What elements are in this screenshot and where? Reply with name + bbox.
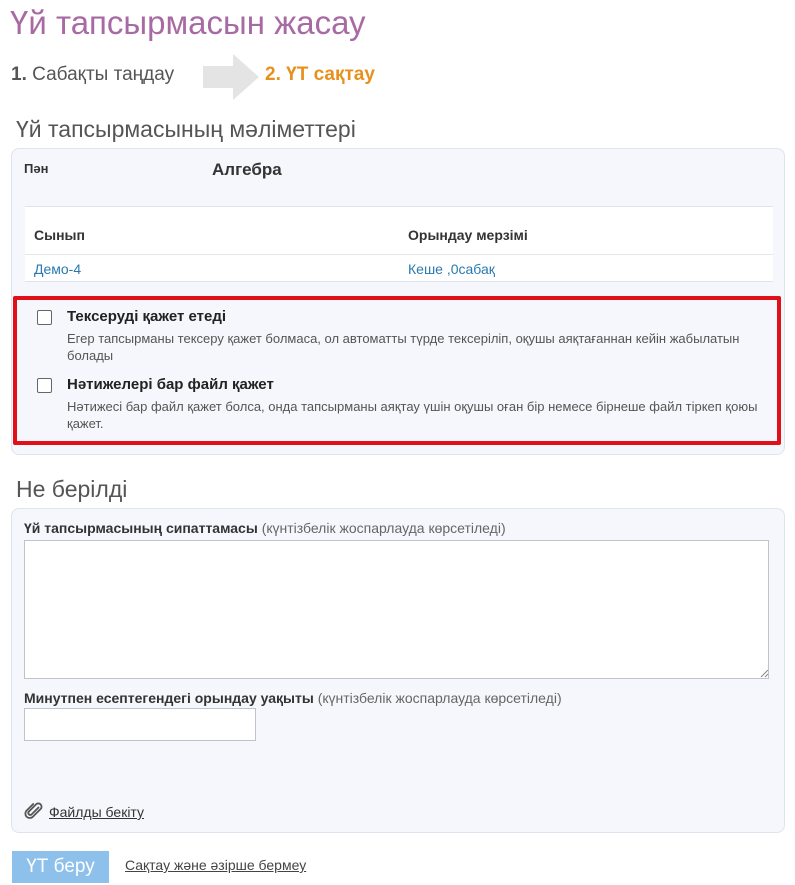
option-title: Тексеруді қажет етеді [67,308,227,325]
details-section-title: Үй тапсырмасының мәліметтері [16,116,356,142]
requires-check-checkbox[interactable] [37,310,52,325]
page-title: Үй тапсырмасын жасау [10,4,366,41]
subject-label: Пән [24,161,49,176]
given-panel: Үй тапсырмасының сипаттамасы (күнтізбелі… [11,508,785,833]
step-arrow-icon [203,54,259,100]
minutes-input[interactable] [24,708,256,741]
description-hint: (күнтізбелік жоспарлауда көрсетіледі) [261,520,506,536]
option-description: Егер тапсырманы тексеру қажет болмаса, о… [67,331,740,363]
class-link[interactable]: Демо-4 [34,261,81,277]
option-description: Нәтижесі бар файл қажет болса, онда тапс… [67,399,758,431]
table-header-deadline: Орындау мерзімі [408,227,528,243]
resize-grip-icon[interactable] [760,669,769,678]
minutes-label-text: Минутпен есептегендегі орындау уақыты [24,690,314,706]
details-panel: Пән Алгебра Сынып Орындау мерзімі Демо-4… [11,148,785,455]
step-1-label: Сабақты таңдау [32,64,175,85]
minutes-label: Минутпен есептегендегі орындау уақыты (к… [24,690,562,706]
paperclip-icon[interactable] [24,801,44,821]
table-divider [25,254,773,255]
table-header-class: Сынып [34,227,85,243]
save-draft-link[interactable]: Сақтау және әзірше бермеу [125,857,306,873]
description-label: Үй тапсырмасының сипаттамасы (күнтізбелі… [24,520,506,536]
step-1[interactable]: 1. Сабақты таңдау [11,64,174,86]
description-label-text: Үй тапсырмасының сипаттамасы [24,520,258,536]
submit-homework-button[interactable]: ҮТ беру [12,851,109,883]
class-deadline-table: Сынып Орындау мерзімі Демо-4 Кеше ,0саба… [25,206,773,282]
subject-value: Алгебра [212,160,282,179]
step-1-number: 1. [11,64,27,85]
description-textarea[interactable] [24,540,769,679]
step-2-active: 2. ҮТ сақтау [265,64,375,85]
minutes-hint: (күнтізбелік жоспарлауда көрсетіледі) [317,690,562,706]
deadline-link[interactable]: Кеше ,0сабақ [408,261,495,277]
attach-file-link[interactable]: Файлды бекіту [49,804,144,820]
result-file-checkbox[interactable] [37,378,52,393]
option-title: Нәтижелері бар файл қажет [67,376,274,393]
wizard-steps: 1. Сабақты таңдау 2. ҮТ сақтау [11,54,411,100]
given-section-title: Не берілді [16,476,128,502]
options-highlight-box: Тексеруді қажет етеді Егер тапсырманы те… [13,296,781,445]
